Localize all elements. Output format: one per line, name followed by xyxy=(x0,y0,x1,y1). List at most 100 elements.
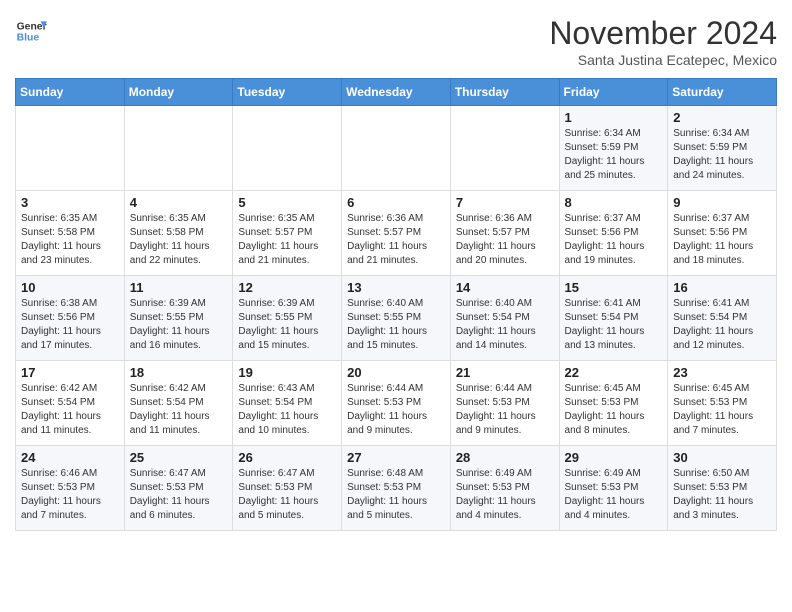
calendar-day-cell xyxy=(342,106,451,191)
calendar-day-cell: 4 Sunrise: 6:35 AMSunset: 5:58 PMDaylight… xyxy=(124,191,233,276)
day-info: Sunrise: 6:35 AMSunset: 5:57 PMDaylight:… xyxy=(238,212,336,268)
calendar-day-cell xyxy=(16,106,125,191)
day-number: 22 xyxy=(565,365,663,380)
day-info: Sunrise: 6:45 AMSunset: 5:53 PMDaylight:… xyxy=(673,382,771,438)
day-number: 17 xyxy=(21,365,119,380)
day-info: Sunrise: 6:48 AMSunset: 5:53 PMDaylight:… xyxy=(347,467,445,523)
calendar-weekday-header: Sunday xyxy=(16,79,125,106)
day-info: Sunrise: 6:39 AMSunset: 5:55 PMDaylight:… xyxy=(238,297,336,353)
calendar-week-row: 10 Sunrise: 6:38 AMSunset: 5:56 PMDayligh… xyxy=(16,276,777,361)
day-number: 8 xyxy=(565,195,663,210)
calendar-day-cell: 9 Sunrise: 6:37 AMSunset: 5:56 PMDaylight… xyxy=(668,191,777,276)
calendar-week-row: 3 Sunrise: 6:35 AMSunset: 5:58 PMDaylight… xyxy=(16,191,777,276)
calendar-weekday-header: Thursday xyxy=(450,79,559,106)
calendar-day-cell: 16 Sunrise: 6:41 AMSunset: 5:54 PMDayligh… xyxy=(668,276,777,361)
page-header: General Blue November 2024 Santa Justina… xyxy=(15,15,777,68)
day-number: 24 xyxy=(21,450,119,465)
day-number: 20 xyxy=(347,365,445,380)
day-number: 3 xyxy=(21,195,119,210)
day-number: 7 xyxy=(456,195,554,210)
day-info: Sunrise: 6:40 AMSunset: 5:54 PMDaylight:… xyxy=(456,297,554,353)
calendar-weekday-header: Tuesday xyxy=(233,79,342,106)
calendar-weekday-header: Friday xyxy=(559,79,668,106)
day-number: 27 xyxy=(347,450,445,465)
day-number: 9 xyxy=(673,195,771,210)
day-number: 29 xyxy=(565,450,663,465)
day-info: Sunrise: 6:47 AMSunset: 5:53 PMDaylight:… xyxy=(238,467,336,523)
calendar-day-cell: 28 Sunrise: 6:49 AMSunset: 5:53 PMDayligh… xyxy=(450,446,559,531)
calendar-day-cell: 1 Sunrise: 6:34 AMSunset: 5:59 PMDaylight… xyxy=(559,106,668,191)
calendar-day-cell: 30 Sunrise: 6:50 AMSunset: 5:53 PMDayligh… xyxy=(668,446,777,531)
month-title: November 2024 xyxy=(549,15,777,52)
day-info: Sunrise: 6:46 AMSunset: 5:53 PMDaylight:… xyxy=(21,467,119,523)
day-number: 5 xyxy=(238,195,336,210)
day-info: Sunrise: 6:40 AMSunset: 5:55 PMDaylight:… xyxy=(347,297,445,353)
day-info: Sunrise: 6:37 AMSunset: 5:56 PMDaylight:… xyxy=(673,212,771,268)
calendar-day-cell: 6Sunrise: 6:36 AMSunset: 5:57 PMDaylight… xyxy=(342,191,451,276)
calendar-day-cell: 19 Sunrise: 6:43 AMSunset: 5:54 PMDayligh… xyxy=(233,361,342,446)
logo: General Blue xyxy=(15,15,47,47)
day-info: Sunrise: 6:50 AMSunset: 5:53 PMDaylight:… xyxy=(673,467,771,523)
day-info: Sunrise: 6:35 AMSunset: 5:58 PMDaylight:… xyxy=(130,212,228,268)
day-info: Sunrise: 6:41 AMSunset: 5:54 PMDaylight:… xyxy=(565,297,663,353)
day-info: Sunrise: 6:49 AMSunset: 5:53 PMDaylight:… xyxy=(456,467,554,523)
calendar-table: SundayMondayTuesdayWednesdayThursdayFrid… xyxy=(15,78,777,531)
day-info: Sunrise: 6:47 AMSunset: 5:53 PMDaylight:… xyxy=(130,467,228,523)
day-info: Sunrise: 6:34 AMSunset: 5:59 PMDaylight:… xyxy=(565,127,663,183)
day-info: Sunrise: 6:45 AMSunset: 5:53 PMDaylight:… xyxy=(565,382,663,438)
calendar-day-cell: 11Sunrise: 6:39 AMSunset: 5:55 PMDayligh… xyxy=(124,276,233,361)
day-number: 30 xyxy=(673,450,771,465)
day-info: Sunrise: 6:42 AMSunset: 5:54 PMDaylight:… xyxy=(21,382,119,438)
day-number: 18 xyxy=(130,365,228,380)
calendar-day-cell: 24 Sunrise: 6:46 AMSunset: 5:53 PMDayligh… xyxy=(16,446,125,531)
day-number: 25 xyxy=(130,450,228,465)
calendar-day-cell: 12Sunrise: 6:39 AMSunset: 5:55 PMDayligh… xyxy=(233,276,342,361)
day-info: Sunrise: 6:41 AMSunset: 5:54 PMDaylight:… xyxy=(673,297,771,353)
calendar-header-row: SundayMondayTuesdayWednesdayThursdayFrid… xyxy=(16,79,777,106)
calendar-day-cell: 18 Sunrise: 6:42 AMSunset: 5:54 PMDayligh… xyxy=(124,361,233,446)
calendar-day-cell xyxy=(124,106,233,191)
calendar-weekday-header: Wednesday xyxy=(342,79,451,106)
day-number: 6 xyxy=(347,195,445,210)
calendar-day-cell: 8Sunrise: 6:37 AMSunset: 5:56 PMDaylight… xyxy=(559,191,668,276)
calendar-day-cell: 13 Sunrise: 6:40 AMSunset: 5:55 PMDayligh… xyxy=(342,276,451,361)
day-number: 26 xyxy=(238,450,336,465)
day-info: Sunrise: 6:49 AMSunset: 5:53 PMDaylight:… xyxy=(565,467,663,523)
calendar-day-cell: 26 Sunrise: 6:47 AMSunset: 5:53 PMDayligh… xyxy=(233,446,342,531)
title-area: November 2024 Santa Justina Ecatepec, Me… xyxy=(549,15,777,68)
day-number: 13 xyxy=(347,280,445,295)
calendar-day-cell: 20Sunrise: 6:44 AMSunset: 5:53 PMDayligh… xyxy=(342,361,451,446)
calendar-day-cell: 17 Sunrise: 6:42 AMSunset: 5:54 PMDayligh… xyxy=(16,361,125,446)
day-info: Sunrise: 6:38 AMSunset: 5:56 PMDaylight:… xyxy=(21,297,119,353)
day-info: Sunrise: 6:35 AMSunset: 5:58 PMDaylight:… xyxy=(21,212,119,268)
calendar-weekday-header: Saturday xyxy=(668,79,777,106)
logo-icon: General Blue xyxy=(15,15,47,47)
calendar-week-row: 24 Sunrise: 6:46 AMSunset: 5:53 PMDayligh… xyxy=(16,446,777,531)
day-info: Sunrise: 6:42 AMSunset: 5:54 PMDaylight:… xyxy=(130,382,228,438)
calendar-day-cell: 29 Sunrise: 6:49 AMSunset: 5:53 PMDayligh… xyxy=(559,446,668,531)
calendar-body: 1 Sunrise: 6:34 AMSunset: 5:59 PMDaylight… xyxy=(16,106,777,531)
day-number: 28 xyxy=(456,450,554,465)
calendar-day-cell: 14 Sunrise: 6:40 AMSunset: 5:54 PMDayligh… xyxy=(450,276,559,361)
calendar-week-row: 1 Sunrise: 6:34 AMSunset: 5:59 PMDaylight… xyxy=(16,106,777,191)
day-number: 16 xyxy=(673,280,771,295)
day-info: Sunrise: 6:36 AMSunset: 5:57 PMDaylight:… xyxy=(456,212,554,268)
day-number: 10 xyxy=(21,280,119,295)
day-number: 4 xyxy=(130,195,228,210)
day-info: Sunrise: 6:44 AMSunset: 5:53 PMDaylight:… xyxy=(456,382,554,438)
calendar-day-cell: 27 Sunrise: 6:48 AMSunset: 5:53 PMDayligh… xyxy=(342,446,451,531)
calendar-day-cell: 10 Sunrise: 6:38 AMSunset: 5:56 PMDayligh… xyxy=(16,276,125,361)
day-info: Sunrise: 6:43 AMSunset: 5:54 PMDaylight:… xyxy=(238,382,336,438)
day-info: Sunrise: 6:34 AMSunset: 5:59 PMDaylight:… xyxy=(673,127,771,183)
calendar-day-cell: 2Sunrise: 6:34 AMSunset: 5:59 PMDaylight… xyxy=(668,106,777,191)
calendar-day-cell: 22 Sunrise: 6:45 AMSunset: 5:53 PMDayligh… xyxy=(559,361,668,446)
day-number: 14 xyxy=(456,280,554,295)
day-number: 11 xyxy=(130,280,228,295)
day-number: 1 xyxy=(565,110,663,125)
calendar-week-row: 17 Sunrise: 6:42 AMSunset: 5:54 PMDayligh… xyxy=(16,361,777,446)
svg-text:Blue: Blue xyxy=(17,33,40,44)
calendar-day-cell xyxy=(450,106,559,191)
calendar-day-cell: 23 Sunrise: 6:45 AMSunset: 5:53 PMDayligh… xyxy=(668,361,777,446)
day-number: 19 xyxy=(238,365,336,380)
day-number: 23 xyxy=(673,365,771,380)
